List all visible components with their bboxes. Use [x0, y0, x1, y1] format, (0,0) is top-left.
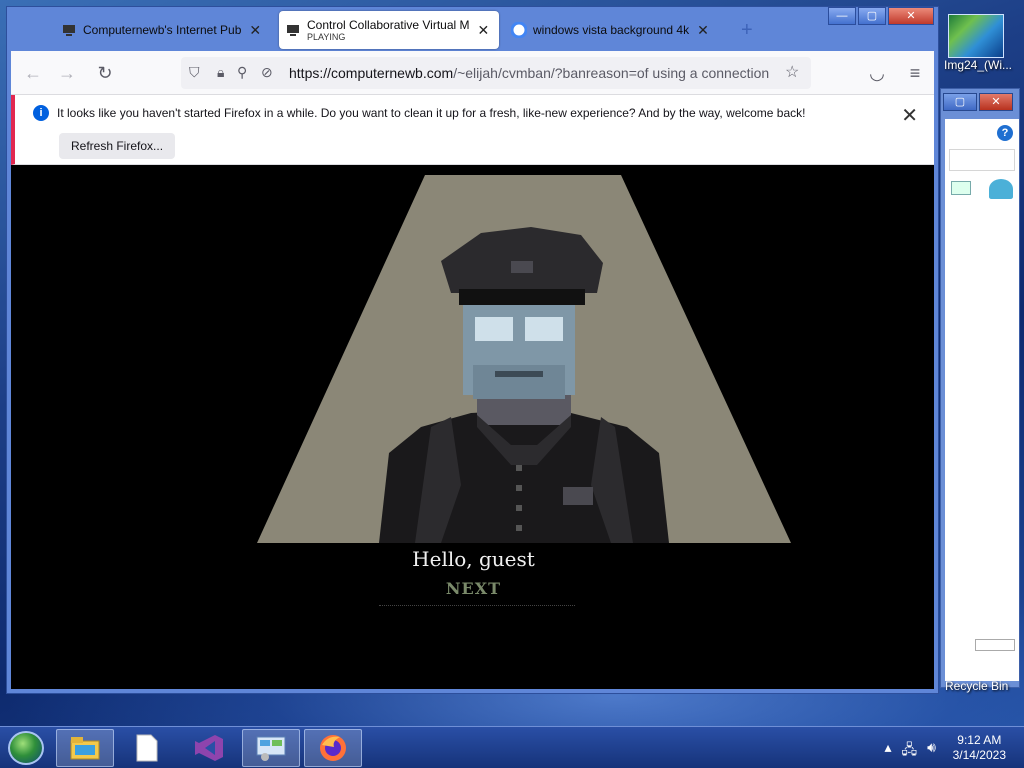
- network-icon[interactable]: 🖧︎: [902, 739, 918, 763]
- maximize-button[interactable]: ▢: [858, 7, 886, 25]
- close-tab-icon[interactable]: ✕: [697, 22, 709, 39]
- next-underline: [379, 605, 575, 606]
- bg-close-button[interactable]: ✕: [979, 93, 1013, 111]
- clock[interactable]: 9:12 AM 3/14/2023: [953, 733, 1006, 763]
- minimize-button[interactable]: —: [828, 7, 856, 25]
- navigation-toolbar: ← → ↻ ⛉ 🔒︎ ⚲ ⊘ https://computernewb.com/…: [11, 51, 934, 95]
- tab-playing-label: PLAYING: [307, 32, 346, 42]
- tray-expand-icon[interactable]: ▴: [885, 739, 892, 763]
- tab-strip: Computernewb's Internet Pub ✕ Control Co…: [7, 7, 938, 51]
- tab-internet-pub[interactable]: Computernewb's Internet Pub ✕: [55, 11, 277, 49]
- autoplay-blocked-icon[interactable]: ⊘: [261, 64, 273, 81]
- bg-window-content: ?: [945, 119, 1019, 681]
- coat-button: [516, 485, 522, 491]
- firefox-icon[interactable]: [304, 729, 362, 767]
- url-host: https://computernewb.com: [289, 65, 454, 81]
- coat-button: [516, 525, 522, 531]
- recycle-bin-label[interactable]: Recycle Bin: [945, 679, 1008, 693]
- bg-search-box[interactable]: [949, 149, 1015, 171]
- refresh-browser-button[interactable]: Refresh Firefox...: [59, 133, 176, 159]
- browser-window: Computernewb's Internet Pub ✕ Control Co…: [6, 6, 939, 694]
- clock-date: 3/14/2023: [952, 748, 1006, 762]
- tab-vista-background[interactable]: windows vista background 4k ✕: [505, 11, 725, 49]
- info-icon: i: [33, 105, 49, 121]
- permissions-icon[interactable]: ⚲: [237, 64, 247, 81]
- officer-glasses: [475, 317, 513, 341]
- coat-insignia: [563, 487, 593, 505]
- bookmark-star-icon[interactable]: ☆: [785, 62, 799, 82]
- close-tab-icon[interactable]: ✕: [478, 22, 490, 39]
- control-panel-icon[interactable]: [242, 729, 300, 767]
- officer-scene: [257, 175, 791, 543]
- close-tab-icon[interactable]: ✕: [249, 22, 261, 39]
- menu-icon[interactable]: ≡: [905, 63, 925, 83]
- blank-file-icon[interactable]: [118, 729, 176, 767]
- lock-icon[interactable]: 🔒︎: [217, 64, 224, 81]
- coat-button: [516, 465, 522, 471]
- google-favicon-icon: [510, 21, 528, 39]
- background-explorer-window[interactable]: ▢ ✕ ? Recycle Bin: [940, 88, 1020, 693]
- tab-title: Control Collaborative Virtual M: [307, 18, 470, 32]
- computer-favicon-icon: [61, 22, 77, 38]
- bg-maximize-button[interactable]: ▢: [943, 93, 977, 111]
- notification-message: It looks like you haven't started Firefo…: [57, 106, 806, 120]
- help-icon[interactable]: ?: [997, 125, 1013, 141]
- back-arrow-icon[interactable]: ←: [23, 63, 43, 83]
- shield-icon[interactable]: ⛉: [189, 64, 200, 81]
- reload-icon[interactable]: ↻: [95, 63, 115, 83]
- computer-icon[interactable]: [951, 181, 971, 195]
- start-orb-icon[interactable]: [8, 731, 44, 765]
- pocket-icon[interactable]: ◡: [867, 63, 887, 83]
- officer-jaw: [473, 365, 565, 399]
- computer-favicon-icon: [285, 22, 301, 38]
- greeting-text: Hello, guest: [412, 547, 535, 571]
- desktop-image-icon[interactable]: [948, 14, 1004, 58]
- page-content[interactable]: Hello, guest NEXT: [11, 165, 934, 689]
- tab-title: windows vista background 4k: [533, 23, 690, 37]
- bg-toolbar: [949, 179, 1015, 201]
- address-bar[interactable]: ⛉ 🔒︎ ⚲ ⊘ https://computernewb.com/~elija…: [181, 57, 811, 89]
- file-explorer-icon[interactable]: [56, 729, 114, 767]
- close-notification-icon[interactable]: ✕: [901, 103, 918, 128]
- tab-title: Computernewb's Internet Pub: [83, 23, 242, 37]
- officer-cap-band: [459, 289, 585, 305]
- forward-arrow-icon[interactable]: →: [57, 63, 77, 83]
- officer-mouth: [495, 371, 543, 377]
- notification-bar: i It looks like you haven't started Fire…: [11, 95, 934, 165]
- taskbar: ▴ 🖧︎ 🔊︎ 9:12 AM 3/14/2023: [0, 726, 1024, 768]
- window-controls: — ▢ ✕: [828, 7, 934, 25]
- visual-studio-icon[interactable]: [180, 729, 238, 767]
- view-icons[interactable]: [975, 639, 1015, 651]
- officer-glasses: [525, 317, 563, 341]
- url-text[interactable]: https://computernewb.com/~elijah/cvmban/…: [289, 65, 779, 81]
- clock-time: 9:12 AM: [957, 733, 1002, 747]
- officer-cap-badge: [511, 261, 533, 273]
- volume-icon[interactable]: 🔊︎: [927, 739, 936, 763]
- shell-icon[interactable]: [989, 179, 1013, 199]
- system-tray: ▴ 🖧︎ 🔊︎: [885, 739, 936, 763]
- url-path: /~elijah/cvmban/?banreason=of using a co…: [453, 65, 770, 81]
- next-button[interactable]: NEXT: [11, 579, 934, 598]
- new-tab-icon[interactable]: +: [741, 19, 753, 42]
- close-window-button[interactable]: ✕: [888, 7, 934, 25]
- desktop-icon-label[interactable]: Img24_(Wi...: [938, 58, 1018, 72]
- tab-control-cvm[interactable]: Control Collaborative Virtual M PLAYING …: [279, 11, 499, 49]
- coat-button: [516, 505, 522, 511]
